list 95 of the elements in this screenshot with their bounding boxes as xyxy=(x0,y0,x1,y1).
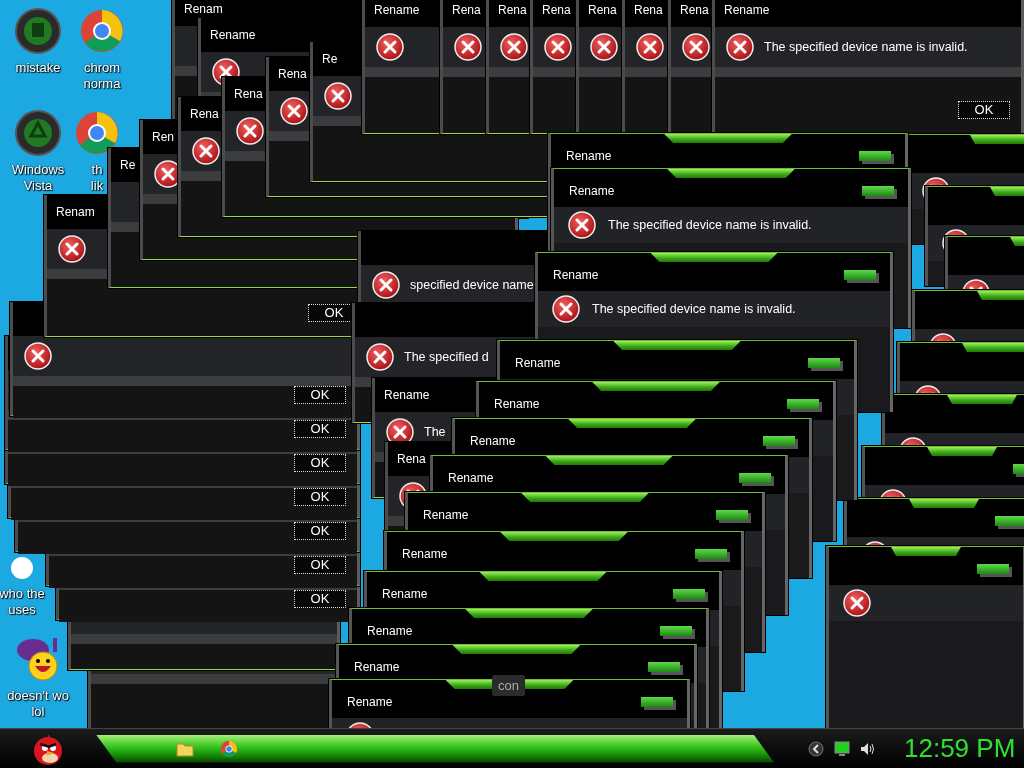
error-icon xyxy=(843,589,871,617)
ok-button[interactable]: OK xyxy=(294,590,346,608)
title-glow xyxy=(962,343,1024,352)
error-icon xyxy=(682,33,710,61)
window-title: Rename xyxy=(724,3,770,17)
window-title: Rename xyxy=(382,587,428,601)
error-icon xyxy=(454,33,482,61)
error-icon xyxy=(192,137,220,165)
window-title: Rename xyxy=(569,184,615,198)
app-icon[interactable] xyxy=(10,556,34,580)
window-title: Rename xyxy=(402,547,448,561)
error-icon xyxy=(24,342,52,370)
ok-button[interactable]: OK xyxy=(294,420,346,438)
window-button[interactable] xyxy=(716,510,748,520)
error-icon xyxy=(500,33,528,61)
window-button[interactable] xyxy=(673,589,705,599)
title-glow xyxy=(970,135,1024,144)
title-glow xyxy=(947,395,1017,404)
monitor-icon[interactable] xyxy=(834,740,850,757)
window-title: Rena xyxy=(278,67,307,81)
window-title: Rename xyxy=(374,3,420,17)
tooltip: con xyxy=(492,675,525,696)
window-title: Rena xyxy=(234,87,263,101)
window-title: Rename xyxy=(354,660,400,674)
window-title: Rena xyxy=(498,3,527,17)
window-button[interactable] xyxy=(859,151,891,161)
window-title: Ren xyxy=(152,130,174,144)
window-title: Rena xyxy=(588,3,617,17)
ok-button[interactable]: OK xyxy=(294,488,346,506)
window-button[interactable] xyxy=(660,626,692,636)
window-title: Rename xyxy=(210,28,256,42)
window-title: Rename xyxy=(566,149,612,163)
window-button[interactable] xyxy=(648,662,680,672)
title-glow xyxy=(891,547,961,556)
error-message: The specified device name is invalid. xyxy=(608,218,812,232)
window-title: Rename xyxy=(384,388,430,402)
window-title: Rena xyxy=(397,452,426,466)
ok-button[interactable]: OK xyxy=(294,556,346,574)
error-message: The specified d xyxy=(404,350,489,364)
browser-icon[interactable] xyxy=(74,110,120,156)
error-icon xyxy=(568,211,596,239)
error-icon xyxy=(726,33,754,61)
window-title: Rename xyxy=(367,624,413,638)
error-icon xyxy=(372,271,400,299)
window-button[interactable] xyxy=(862,186,894,196)
error-icon xyxy=(590,33,618,61)
title-glow xyxy=(927,447,997,456)
error-icon xyxy=(58,235,86,263)
error-message: The specified device name is invalid. xyxy=(592,302,796,316)
smiley-icon[interactable] xyxy=(15,636,61,682)
ok-button[interactable]: OK xyxy=(294,386,346,404)
window-title: Rena xyxy=(452,3,481,17)
window-title: Rename xyxy=(448,471,494,485)
window-title: Rename xyxy=(423,508,469,522)
window-button[interactable] xyxy=(739,473,771,483)
window-title: Rename xyxy=(470,434,516,448)
window-button[interactable] xyxy=(695,549,727,559)
recycle-icon[interactable] xyxy=(15,110,61,156)
title-glow xyxy=(909,499,979,508)
window-button[interactable] xyxy=(995,516,1024,526)
window-title: Rena xyxy=(680,3,709,17)
error-message: specified device name xyxy=(410,278,534,292)
clock[interactable]: 12:59 PM xyxy=(904,733,1016,764)
error-icon xyxy=(366,343,394,371)
ok-button[interactable]: OK xyxy=(294,454,346,472)
window-button[interactable] xyxy=(844,270,876,280)
window-title: Rename xyxy=(515,356,561,370)
window-title: Re xyxy=(322,52,338,66)
error-icon xyxy=(544,33,572,61)
window-button[interactable] xyxy=(763,436,795,446)
folder-icon[interactable] xyxy=(176,740,194,757)
error-icon xyxy=(324,82,352,110)
window-title: Rena xyxy=(542,3,571,17)
ok-button[interactable]: OK xyxy=(294,522,346,540)
window-title: Rena xyxy=(190,107,219,121)
error-icon xyxy=(376,33,404,61)
error-icon xyxy=(552,295,580,323)
window-button[interactable] xyxy=(787,399,819,409)
ok-button[interactable]: OK xyxy=(958,101,1010,119)
window-title: Renam xyxy=(184,2,223,16)
error-icon xyxy=(636,33,664,61)
window-button[interactable] xyxy=(641,697,673,707)
disc-icon[interactable] xyxy=(15,8,61,54)
window-title: Re xyxy=(120,158,136,172)
window-button[interactable] xyxy=(808,358,840,368)
error-icon xyxy=(280,97,308,125)
window-title: Rename xyxy=(553,268,599,282)
window-title: Rena xyxy=(634,3,663,17)
window-title: Renam xyxy=(56,205,95,219)
window-title: Rename xyxy=(494,397,540,411)
error-message: The xyxy=(424,425,446,439)
error-icon xyxy=(236,117,264,145)
error-message: The specified device name is invalid. xyxy=(764,40,968,54)
window-title: Rename xyxy=(347,695,393,709)
window-button[interactable] xyxy=(977,564,1009,574)
